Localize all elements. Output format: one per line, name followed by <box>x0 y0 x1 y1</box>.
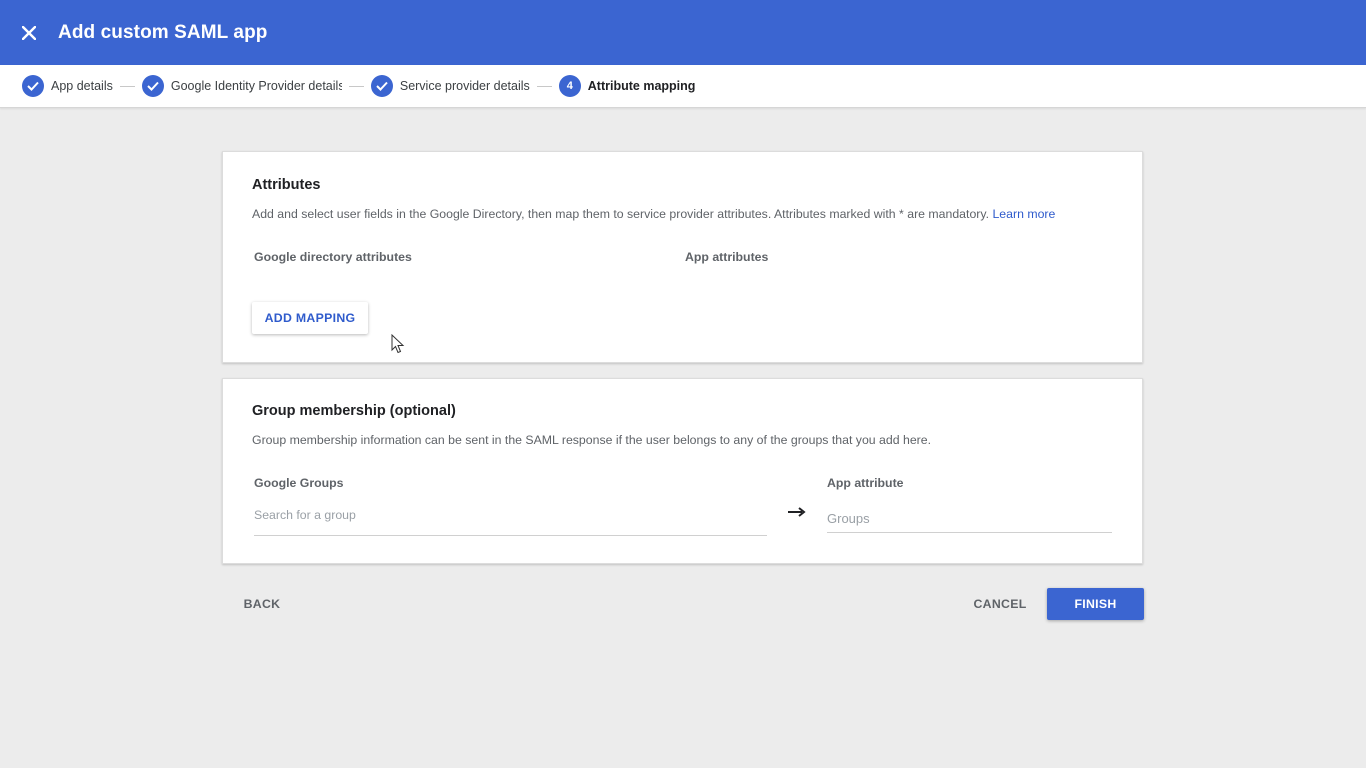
step-attribute-mapping[interactable]: 4 Attribute mapping <box>558 75 696 97</box>
check-icon <box>370 75 393 97</box>
step-label: Service provider details <box>399 79 530 93</box>
step-divider <box>119 85 135 87</box>
google-groups-header: Google Groups <box>254 476 344 490</box>
step-google-idp-details[interactable]: Google Identity Provider details <box>141 75 342 97</box>
app-attribute-input[interactable]: Groups <box>827 511 1112 533</box>
attributes-description-text: Add and select user fields in the Google… <box>252 207 990 221</box>
group-membership-card: Group membership (optional) Group member… <box>222 378 1143 564</box>
check-icon <box>22 75 44 97</box>
check-icon <box>141 75 164 97</box>
step-divider <box>536 85 552 87</box>
close-icon <box>22 25 36 40</box>
step-label: App details <box>51 79 113 93</box>
step-label: Attribute mapping <box>587 79 696 93</box>
close-button[interactable] <box>0 0 58 65</box>
app-attributes-header: App attributes <box>685 250 769 264</box>
add-mapping-button[interactable]: ADD MAPPING <box>252 302 368 334</box>
app-attribute-header: App attribute <box>827 476 904 490</box>
page-title: Add custom SAML app <box>58 21 268 43</box>
step-number-badge: 4 <box>558 75 581 97</box>
group-membership-description: Group membership information can be sent… <box>252 433 932 447</box>
app-bar: Add custom SAML app <box>0 0 1366 65</box>
step-label: Google Identity Provider details <box>170 79 342 93</box>
attributes-description: Add and select user fields in the Google… <box>252 207 1055 221</box>
attributes-card: Attributes Add and select user fields in… <box>222 151 1143 363</box>
step-app-details[interactable]: App details <box>22 75 113 97</box>
learn-more-link[interactable]: Learn more <box>992 207 1055 221</box>
stepper: App details Google Identity Provider det… <box>0 65 1366 108</box>
arrow-right-icon <box>788 507 806 517</box>
finish-button[interactable]: FINISH <box>1047 588 1144 620</box>
group-membership-title: Group membership (optional) <box>252 403 456 419</box>
step-service-provider-details[interactable]: Service provider details <box>370 75 530 97</box>
cancel-button[interactable]: CANCEL <box>965 588 1035 620</box>
mouse-cursor-icon <box>391 334 405 354</box>
google-directory-attributes-header: Google directory attributes <box>254 250 412 264</box>
back-button[interactable]: BACK <box>236 588 288 620</box>
attributes-title: Attributes <box>252 177 321 193</box>
group-search-input[interactable]: Search for a group <box>254 505 767 536</box>
step-divider <box>348 85 364 87</box>
